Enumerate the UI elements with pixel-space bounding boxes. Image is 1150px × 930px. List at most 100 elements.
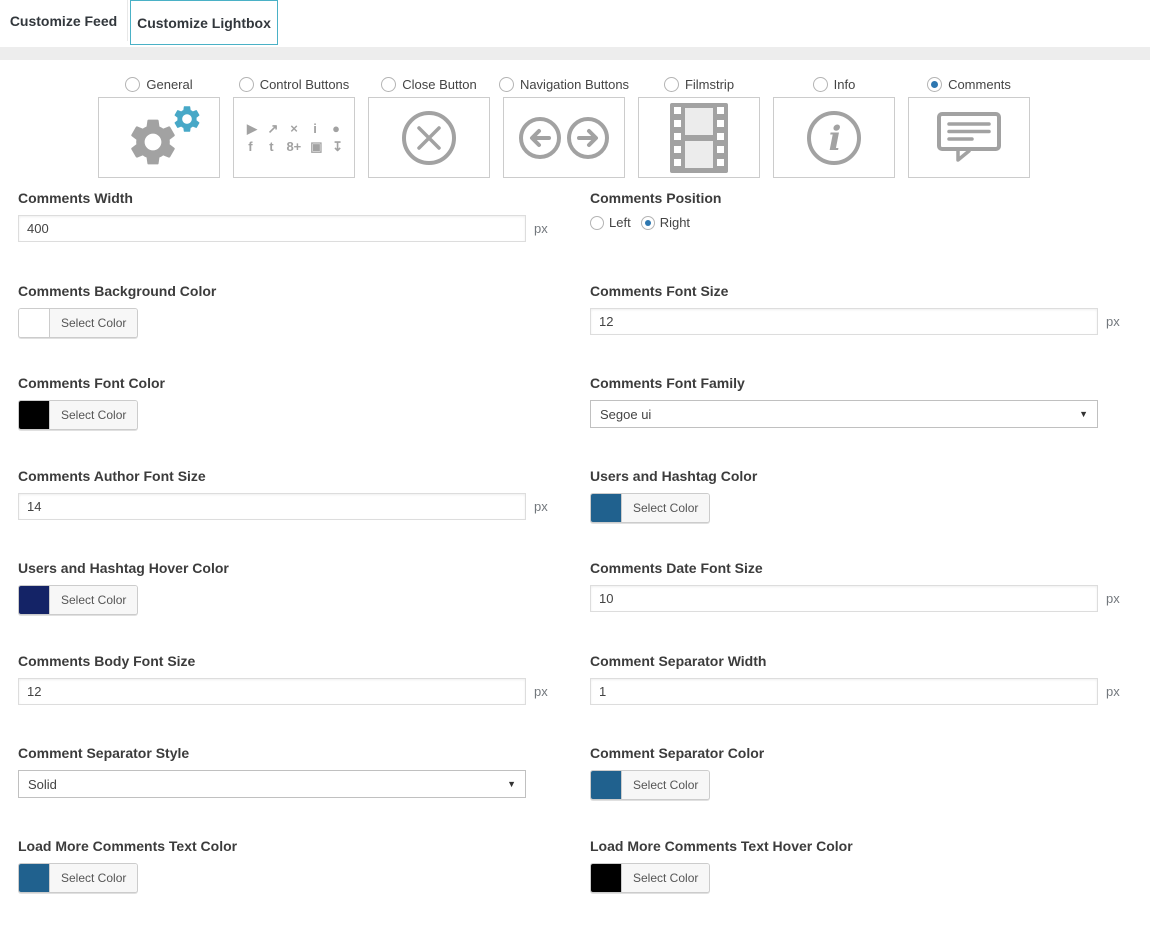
tab-customize-lightbox[interactable]: Customize Lightbox <box>130 0 278 45</box>
load-more-comments-text-color-button[interactable]: Select Color <box>18 863 138 893</box>
close-button-icon-box[interactable] <box>368 97 490 178</box>
field-comments-width: Comments Width px <box>18 190 572 242</box>
comments-position-right-radio[interactable]: Right <box>641 215 690 230</box>
control-buttons-radio[interactable]: Control Buttons <box>239 76 350 92</box>
field-label: Comment Separator Width <box>590 653 1132 669</box>
info-icon-box[interactable]: i <box>773 97 895 178</box>
comments-radio[interactable]: Comments <box>927 76 1011 92</box>
users-hashtag-color-button[interactable]: Select Color <box>590 493 710 523</box>
general-radio[interactable]: General <box>125 76 192 92</box>
selected-font-family-value: Segoe ui <box>600 407 651 422</box>
comments-radio-label: Comments <box>948 77 1011 92</box>
filmstrip-radio[interactable]: Filmstrip <box>664 76 734 92</box>
twitter-icon: t <box>265 140 277 154</box>
radio-selected-icon[interactable] <box>641 216 655 230</box>
comments-date-font-size-input[interactable] <box>590 585 1098 612</box>
comments-author-font-size-input[interactable] <box>18 493 526 520</box>
navigation-arrows-icon <box>517 115 611 161</box>
lightbox-settings-page: Customize Feed Customize Lightbox Genera… <box>0 0 1150 930</box>
users-hashtag-hover-color-button[interactable]: Select Color <box>18 585 138 615</box>
radio-selected-icon[interactable] <box>927 77 942 92</box>
section-nav-info: Info i <box>773 76 895 178</box>
lightbox-settings-panel: General Control Buttons <box>0 60 1150 930</box>
field-users-hashtag-color: Users and Hashtag Color Select Color <box>590 468 1132 523</box>
selected-separator-style-value: Solid <box>28 777 57 792</box>
radio-icon[interactable] <box>381 77 396 92</box>
field-comments-date-font-size: Comments Date Font Size px <box>590 560 1132 612</box>
general-icon-box[interactable] <box>98 97 220 178</box>
navigation-buttons-radio[interactable]: Navigation Buttons <box>499 76 629 92</box>
page-background-strip <box>0 47 1150 60</box>
field-label: Comments Font Size <box>590 283 1132 299</box>
radio-icon[interactable] <box>664 77 679 92</box>
tab-customize-feed-label: Customize Feed <box>10 13 117 29</box>
field-label: Comments Author Font Size <box>18 468 572 484</box>
filmstrip-icon <box>670 103 728 173</box>
px-suffix: px <box>534 221 548 236</box>
comments-width-input[interactable] <box>18 215 526 242</box>
field-label: Comments Font Color <box>18 375 572 391</box>
info-icon: i <box>309 122 321 136</box>
comment-bubble-icon <box>936 110 1002 166</box>
select-color-label: Select Color <box>49 586 137 614</box>
navigation-buttons-icon-box[interactable] <box>503 97 625 178</box>
px-suffix: px <box>1106 314 1120 329</box>
control-buttons-radio-label: Control Buttons <box>260 77 350 92</box>
comment-separator-color-button[interactable]: Select Color <box>590 770 710 800</box>
share-icon: ▣ <box>310 140 322 154</box>
chevron-down-icon: ▼ <box>1079 409 1088 419</box>
field-label: Load More Comments Text Color <box>18 838 572 854</box>
field-label: Comments Position <box>590 190 1132 206</box>
radio-icon[interactable] <box>125 77 140 92</box>
radio-icon[interactable] <box>813 77 828 92</box>
field-comment-separator-width: Comment Separator Width px <box>590 653 1132 705</box>
comments-icon-box[interactable] <box>908 97 1030 178</box>
comments-background-color-button[interactable]: Select Color <box>18 308 138 338</box>
play-icon: ▶ <box>246 122 258 136</box>
control-buttons-icon-box[interactable]: ▶ ↗ × i ● f t 8+ ▣ ↧ <box>233 97 355 178</box>
comment-icon: ● <box>330 122 342 136</box>
comment-separator-width-input[interactable] <box>590 678 1098 705</box>
comment-separator-style-select[interactable]: Solid ▼ <box>18 770 526 798</box>
comments-font-color-button[interactable]: Select Color <box>18 400 138 430</box>
comments-settings-form: Comments Width px Comments Position Left <box>0 190 1150 930</box>
filmstrip-icon-box[interactable] <box>638 97 760 178</box>
px-suffix: px <box>534 499 548 514</box>
field-label: Users and Hashtag Hover Color <box>18 560 572 576</box>
download-icon: ↧ <box>332 140 344 154</box>
facebook-icon: f <box>244 140 256 154</box>
load-more-comments-text-hover-color-button[interactable]: Select Color <box>590 863 710 893</box>
px-suffix: px <box>534 684 548 699</box>
comments-font-family-select[interactable]: Segoe ui ▼ <box>590 400 1098 428</box>
gear-small-blue-icon <box>171 103 203 135</box>
select-color-label: Select Color <box>621 771 709 799</box>
section-nav-control-buttons: Control Buttons ▶ ↗ × i ● f t <box>233 76 355 178</box>
select-color-label: Select Color <box>49 401 137 429</box>
color-swatch <box>591 494 621 522</box>
field-comments-author-font-size: Comments Author Font Size px <box>18 468 572 520</box>
px-suffix: px <box>1106 591 1120 606</box>
field-comments-position: Comments Position Left Right <box>590 190 1132 230</box>
left-option-label: Left <box>609 215 631 230</box>
comments-font-size-input[interactable] <box>590 308 1098 335</box>
close-button-radio[interactable]: Close Button <box>381 76 476 92</box>
section-nav: General Control Buttons <box>98 76 1150 178</box>
select-color-label: Select Color <box>49 864 137 892</box>
radio-icon[interactable] <box>590 216 604 230</box>
tab-customize-feed[interactable]: Customize Feed <box>0 0 128 41</box>
radio-icon[interactable] <box>239 77 254 92</box>
color-swatch <box>19 586 49 614</box>
close-button-radio-label: Close Button <box>402 77 476 92</box>
comments-body-font-size-input[interactable] <box>18 678 526 705</box>
comments-position-left-radio[interactable]: Left <box>590 215 631 230</box>
control-buttons-icons-row2: f t 8+ ▣ ↧ <box>244 140 343 154</box>
section-nav-navigation-buttons: Navigation Buttons <box>503 76 625 178</box>
select-color-label: Select Color <box>621 864 709 892</box>
radio-icon[interactable] <box>499 77 514 92</box>
color-swatch <box>19 401 49 429</box>
info-radio[interactable]: Info <box>813 76 856 92</box>
color-swatch <box>19 864 49 892</box>
field-comments-background-color: Comments Background Color Select Color <box>18 283 572 338</box>
color-swatch <box>19 309 49 337</box>
section-nav-filmstrip: Filmstrip <box>638 76 760 178</box>
